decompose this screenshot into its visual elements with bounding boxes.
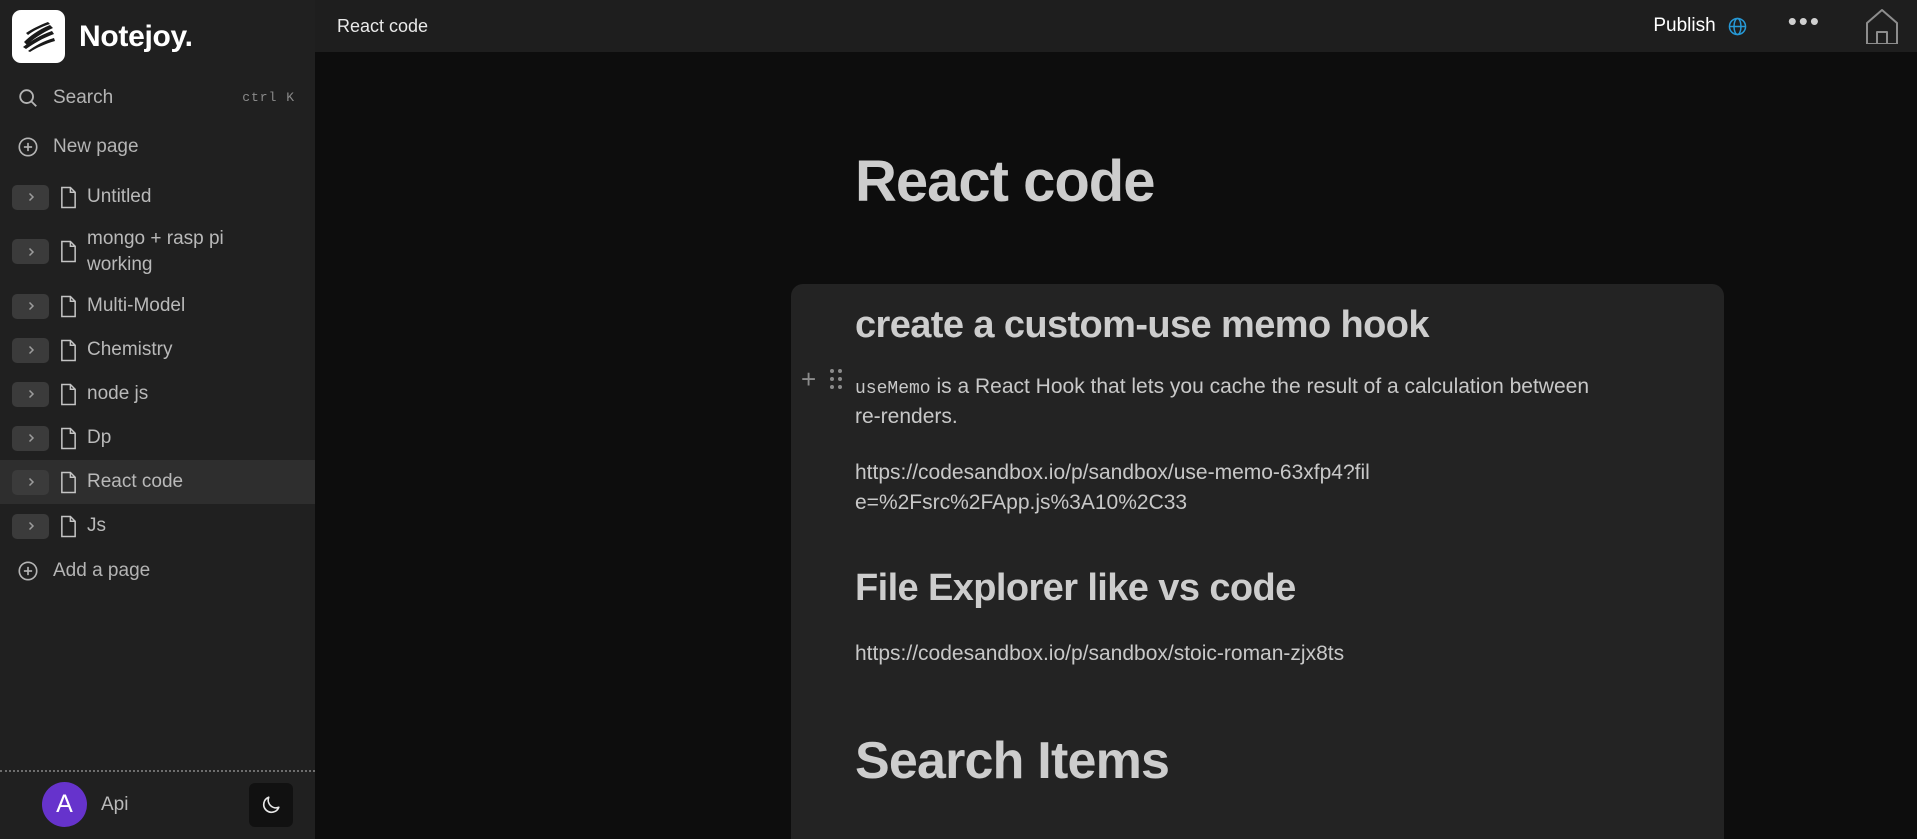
block-url-file-explorer[interactable]: https://codesandbox.io/p/sandbox/stoic-r… <box>855 639 1375 669</box>
sidebar-footer: A Api <box>0 770 315 839</box>
document-icon <box>49 240 87 263</box>
sidebar-item-label: React code <box>87 469 183 495</box>
add-block-icon[interactable]: + <box>801 366 816 392</box>
search-icon <box>17 87 47 109</box>
chevron-right-icon[interactable] <box>12 239 49 264</box>
avatar[interactable]: A <box>42 782 87 827</box>
document-icon <box>49 339 87 362</box>
globe-icon <box>1727 16 1748 37</box>
document-icon <box>49 471 87 494</box>
sidebar-item-react-code[interactable]: React code <box>0 460 315 504</box>
sidebar-item-chemistry[interactable]: Chemistry <box>0 328 315 372</box>
sidebar-item-multi-model[interactable]: Multi-Model <box>0 284 315 328</box>
block-paragraph-text: is a React Hook that lets you cache the … <box>855 375 1589 429</box>
search-button[interactable]: Search ctrl K <box>0 73 315 122</box>
sidebar: Notejoy. Search ctrl K New page <box>0 0 315 839</box>
sidebar-item-label: Multi-Model <box>87 293 185 319</box>
sidebar-item-node-js[interactable]: node js <box>0 372 315 416</box>
sidebar-item-dp[interactable]: Dp <box>0 416 315 460</box>
home-icon[interactable] <box>1847 0 1917 52</box>
document-icon <box>49 515 87 538</box>
block-paragraph-usememo[interactable]: useMemo is a React Hook that lets you ca… <box>855 372 1617 432</box>
more-options-button[interactable]: ••• <box>1762 8 1847 44</box>
selected-block-card[interactable]: + create a custom-use memo hook useMemo … <box>791 284 1724 839</box>
scribble-logo-icon <box>12 10 65 63</box>
sidebar-item-label: Untitled <box>87 184 151 210</box>
main-area: React code Publish ••• <box>315 0 1917 839</box>
page-title[interactable]: React code <box>855 148 1917 215</box>
plus-circle-icon <box>17 136 47 158</box>
block-url-use-memo[interactable]: https://codesandbox.io/p/sandbox/use-mem… <box>855 458 1375 518</box>
sidebar-item-label: Chemistry <box>87 337 173 363</box>
new-page-label: New page <box>53 136 139 158</box>
chevron-right-icon[interactable] <box>12 470 49 495</box>
chevron-right-icon[interactable] <box>12 294 49 319</box>
document-icon <box>49 186 87 209</box>
chevron-right-icon[interactable] <box>12 426 49 451</box>
block-heading-custom-use-memo-hook[interactable]: create a custom-use memo hook <box>855 302 1724 350</box>
block-gutter-controls: + <box>801 366 842 392</box>
sidebar-item-js[interactable]: Js <box>0 504 315 548</box>
document-icon <box>49 295 87 318</box>
publish-button[interactable]: Publish <box>1639 15 1761 37</box>
sidebar-item-label: Dp <box>87 425 111 451</box>
chevron-right-icon[interactable] <box>12 514 49 539</box>
search-label: Search <box>53 87 113 109</box>
page-tree: Untitled mongo + rasp pi working Multi-M <box>0 175 315 548</box>
plus-circle-icon <box>17 560 47 582</box>
app-root: Notejoy. Search ctrl K New page <box>0 0 1917 839</box>
chevron-right-icon[interactable] <box>12 382 49 407</box>
chevron-right-icon[interactable] <box>12 185 49 210</box>
brand[interactable]: Notejoy. <box>0 0 315 73</box>
brand-name: Notejoy. <box>79 20 193 54</box>
new-page-button[interactable]: New page <box>0 122 315 171</box>
sidebar-item-label: Js <box>87 513 106 539</box>
chevron-right-icon[interactable] <box>12 338 49 363</box>
sidebar-item-label: node js <box>87 381 148 407</box>
drag-handle-icon[interactable] <box>830 369 842 389</box>
moon-icon[interactable] <box>249 783 293 827</box>
inline-code-usememo: useMemo <box>855 379 931 399</box>
block-heading-file-explorer[interactable]: File Explorer like vs code <box>855 565 1724 613</box>
sidebar-item-untitled[interactable]: Untitled <box>0 175 315 219</box>
topbar: React code Publish ••• <box>315 0 1917 52</box>
add-a-page-label: Add a page <box>53 560 150 582</box>
publish-label: Publish <box>1653 15 1715 37</box>
topbar-actions: Publish ••• <box>1639 0 1917 52</box>
user-name: Api <box>101 794 128 816</box>
block-heading-search-items[interactable]: Search Items <box>855 731 1724 791</box>
document-icon <box>49 427 87 450</box>
sidebar-item-mongo-rasp-pi-working[interactable]: mongo + rasp pi working <box>0 219 315 284</box>
add-a-page-button[interactable]: Add a page <box>0 548 315 594</box>
breadcrumb[interactable]: React code <box>337 16 428 37</box>
search-shortcut: ctrl K <box>242 90 295 105</box>
document-icon <box>49 383 87 406</box>
document-content: React code + create a custom-use memo ho… <box>315 52 1917 839</box>
sidebar-item-label: mongo + rasp pi working <box>87 226 257 277</box>
